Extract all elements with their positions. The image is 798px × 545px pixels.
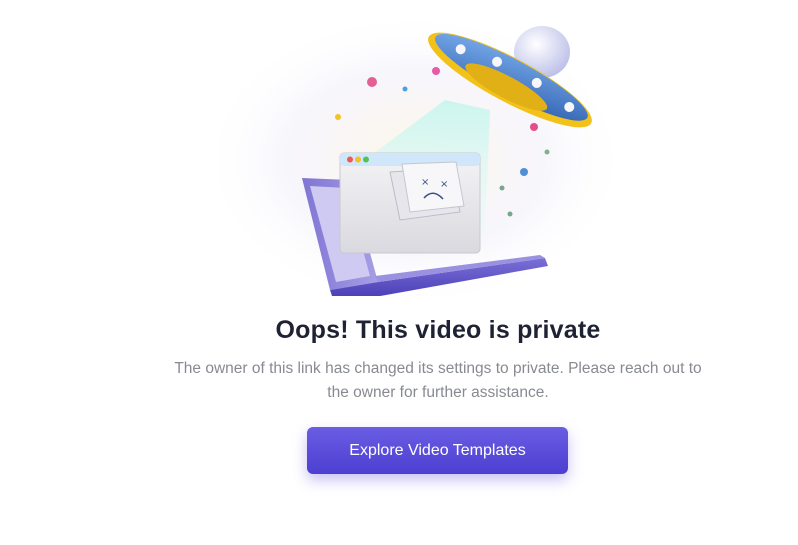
error-title: Oops! This video is private <box>275 316 601 344</box>
error-message: The owner of this link has changed its s… <box>174 360 702 401</box>
svg-text:×: × <box>421 177 429 188</box>
close-dot-icon <box>347 156 353 163</box>
explore-video-templates-button[interactable]: Explore Video Templates <box>307 427 568 474</box>
maximize-dot-icon <box>363 156 369 163</box>
browser-window: × × <box>339 152 481 254</box>
svg-text:×: × <box>440 179 448 190</box>
minimize-dot-icon <box>355 156 361 163</box>
private-video-illustration: × × <box>190 0 630 305</box>
ufo-laptop-illustration: × × <box>200 10 630 305</box>
private-video-page: × × Oops! This video is private The owne… <box>0 0 798 545</box>
